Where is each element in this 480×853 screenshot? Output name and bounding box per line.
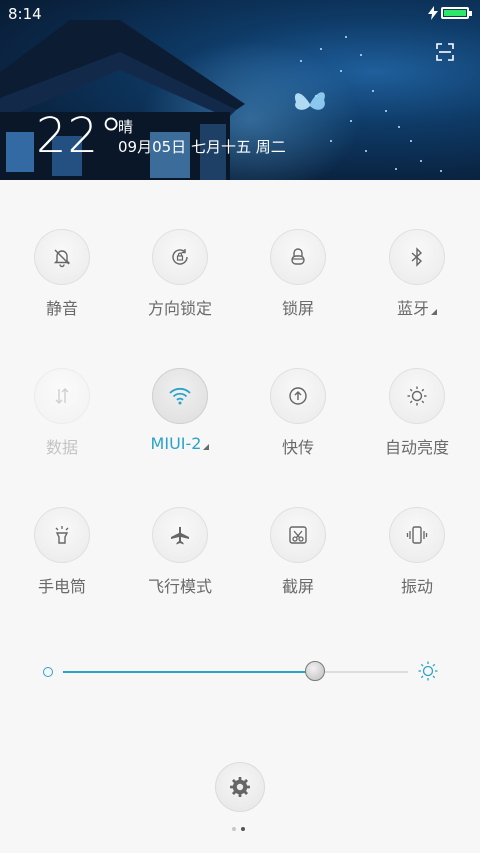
sun-icon xyxy=(407,386,427,406)
toggle-rotation-lock[interactable]: 方向锁定 xyxy=(120,229,240,319)
auto-brightness-button[interactable] xyxy=(389,368,445,424)
brightness-low-icon xyxy=(43,667,53,677)
upload-icon xyxy=(289,387,307,405)
screenshot-icon xyxy=(289,526,307,544)
butterfly-icon xyxy=(294,92,325,110)
toggle-airplane-mode[interactable]: 飞行模式 xyxy=(120,507,240,597)
toggle-silent[interactable]: 静音 xyxy=(2,229,122,319)
toggle-lock-screen[interactable]: 锁屏 xyxy=(238,229,358,319)
toggle-label: 自动亮度 xyxy=(384,438,449,457)
toggle-label: 静音 xyxy=(45,299,78,318)
brightness-slider[interactable] xyxy=(40,660,440,684)
toggle-label: 锁屏 xyxy=(281,299,314,318)
temperature: 22° xyxy=(36,108,125,164)
mobile-data-button[interactable] xyxy=(34,368,90,424)
battery-level xyxy=(444,10,466,16)
brightness-high-icon xyxy=(418,661,438,681)
toggle-label-with-menu: 蓝牙 xyxy=(357,295,477,319)
quick-transfer-button[interactable] xyxy=(270,368,326,424)
toggle-label: 振动 xyxy=(400,577,433,596)
flashlight-button[interactable] xyxy=(34,507,90,563)
vibrate-icon xyxy=(406,526,428,544)
flashlight-icon xyxy=(55,526,69,544)
toggle-wifi[interactable]: MIUI-2 xyxy=(120,368,240,453)
date-line: 09月05日 七月十五 周二 xyxy=(118,138,286,156)
toggle-label: 快传 xyxy=(281,438,314,457)
vibrate-button[interactable] xyxy=(389,507,445,563)
status-time: 8:14 xyxy=(8,5,42,23)
gear-icon xyxy=(230,777,250,797)
toggle-label: 手电筒 xyxy=(37,577,86,596)
battery-icon xyxy=(441,7,472,19)
status-bar: 8:14 xyxy=(0,0,480,28)
toggle-flashlight[interactable]: 手电筒 xyxy=(2,507,122,597)
toggle-quick-transfer[interactable]: 快传 xyxy=(238,368,358,458)
rotation-lock-icon xyxy=(172,249,188,265)
toggle-screenshot[interactable]: 截屏 xyxy=(238,507,358,597)
header-banner: 8:14 22° 晴 09月05日 七月十五 周二 xyxy=(0,0,480,180)
weather-condition: 晴 xyxy=(118,118,134,136)
bluetooth-icon xyxy=(411,247,423,267)
screenshot-button[interactable] xyxy=(270,507,326,563)
lock-screen-button[interactable] xyxy=(270,229,326,285)
toggle-bluetooth[interactable]: 蓝牙 xyxy=(357,229,477,319)
charging-icon xyxy=(428,6,438,20)
settings-button[interactable] xyxy=(215,762,265,812)
wifi-button[interactable] xyxy=(152,368,208,424)
page-indicator xyxy=(232,827,252,833)
toggle-label-with-menu: MIUI-2 xyxy=(120,434,240,453)
airplane-mode-button[interactable] xyxy=(152,507,208,563)
bell-off-icon xyxy=(53,249,71,268)
toggle-auto-brightness[interactable]: 自动亮度 xyxy=(357,368,477,458)
toggle-label: MIUI-2 xyxy=(150,434,202,453)
toggle-label: 方向锁定 xyxy=(147,299,212,318)
expand-icon[interactable] xyxy=(435,42,455,62)
silent-button[interactable] xyxy=(34,229,90,285)
toggle-mobile-data[interactable]: 数据 xyxy=(2,368,122,458)
submenu-indicator-icon xyxy=(431,309,437,315)
rotation-lock-button[interactable] xyxy=(152,229,208,285)
airplane-icon xyxy=(171,527,189,545)
slider-fill xyxy=(63,671,315,673)
bluetooth-button[interactable] xyxy=(389,229,445,285)
toggle-label: 截屏 xyxy=(281,577,314,596)
lock-icon xyxy=(291,248,305,265)
data-arrows-icon xyxy=(55,388,69,404)
page-dot xyxy=(232,827,236,831)
submenu-indicator-icon xyxy=(203,444,210,450)
page-dot-active xyxy=(241,827,245,831)
toggle-label: 数据 xyxy=(45,438,78,457)
toggle-vibrate[interactable]: 振动 xyxy=(357,507,477,597)
toggle-label: 飞行模式 xyxy=(147,577,212,596)
toggle-label: 蓝牙 xyxy=(396,299,429,318)
wifi-icon xyxy=(169,387,191,405)
slider-thumb[interactable] xyxy=(304,661,325,681)
